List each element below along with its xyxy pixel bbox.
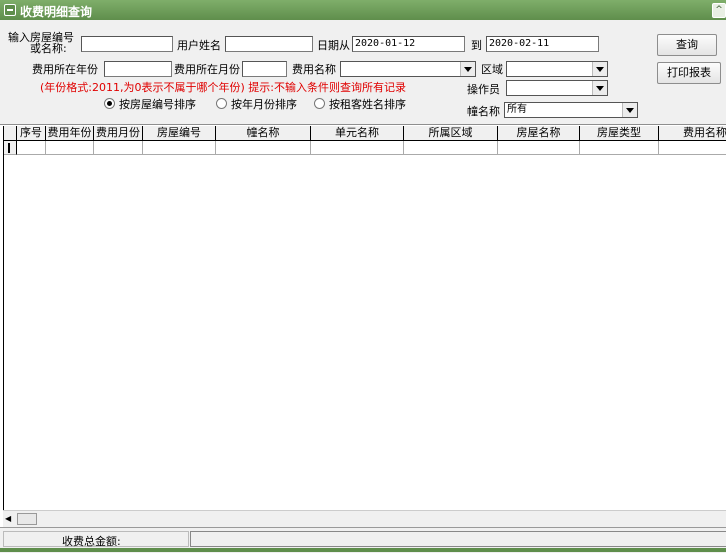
column-header[interactable]: 幢名称 [216, 126, 311, 140]
scroll-thumb[interactable] [17, 513, 37, 525]
data-grid[interactable]: 序号 费用年份 费用月份 房屋编号 幢名称 单元名称 所属区域 房屋名称 房屋类… [3, 126, 726, 510]
window-title: 收费明细查询 [20, 5, 93, 19]
radio-icon [216, 98, 227, 109]
table-cell[interactable] [17, 141, 46, 155]
house-label-line2: 或名称: [30, 42, 67, 55]
title-bar: 收费明细查询 ^ [0, 0, 726, 20]
collapse-icon[interactable]: ^ [712, 3, 726, 18]
chevron-down-icon[interactable] [592, 62, 607, 76]
column-header[interactable]: 费用年份 [46, 126, 94, 140]
print-report-button[interactable]: 打印报表 [657, 62, 721, 84]
building-label: 幢名称 [467, 105, 500, 118]
fee-month-label: 费用所在月份 [174, 63, 240, 76]
user-name-input[interactable] [225, 36, 313, 52]
house-input[interactable] [81, 36, 173, 52]
table-cell[interactable] [404, 141, 498, 155]
column-header[interactable]: 所属区域 [404, 126, 498, 140]
building-value: 所有 [507, 104, 527, 115]
operator-select[interactable] [506, 80, 608, 96]
scroll-left-icon[interactable]: ◀ [5, 514, 11, 523]
horizontal-scrollbar[interactable]: ◀ [3, 510, 726, 527]
date-from-input[interactable]: 2020-01-12 [352, 36, 465, 52]
sort-by-house-radio[interactable]: 按房屋编号排序 [104, 98, 196, 111]
region-select[interactable] [506, 61, 608, 77]
window-bottom-border [0, 548, 726, 552]
date-to-input[interactable]: 2020-02-11 [486, 36, 599, 52]
row-cursor-icon [8, 143, 10, 153]
table-cell[interactable] [94, 141, 143, 155]
grid-header: 序号 费用年份 费用月份 房屋编号 幢名称 单元名称 所属区域 房屋名称 房屋类… [4, 126, 726, 141]
row-indicator-header [4, 126, 17, 140]
table-cell[interactable] [46, 141, 94, 155]
fee-year-input[interactable] [104, 61, 172, 77]
operator-label: 操作员 [467, 83, 500, 96]
user-name-label: 用户姓名 [177, 39, 221, 52]
chevron-down-icon[interactable] [460, 62, 475, 76]
table-cell[interactable] [143, 141, 216, 155]
date-from-label: 日期从 [317, 39, 350, 52]
fee-month-input[interactable] [242, 61, 287, 77]
column-header[interactable]: 费用月份 [94, 126, 143, 140]
total-amount-value [190, 531, 726, 547]
date-to-label-text: 到 [471, 39, 482, 52]
radio-icon [314, 98, 325, 109]
column-header[interactable]: 房屋类型 [580, 126, 659, 140]
column-header[interactable]: 房屋编号 [143, 126, 216, 140]
sort-by-tenant-radio[interactable]: 按租客姓名排序 [314, 98, 406, 111]
table-cell[interactable] [216, 141, 311, 155]
column-header[interactable]: 费用名称 [659, 126, 726, 140]
table-cell[interactable] [659, 141, 726, 155]
building-select[interactable]: 所有 [504, 102, 638, 118]
column-header[interactable]: 房屋名称 [498, 126, 580, 140]
column-header[interactable]: 序号 [17, 126, 46, 140]
row-indicator[interactable] [4, 141, 17, 155]
table-cell[interactable] [498, 141, 580, 155]
radio-selected-icon [104, 98, 115, 109]
region-label: 区域 [481, 63, 503, 76]
sort-by-month-label: 按年月份排序 [231, 98, 297, 111]
window-menu-icon[interactable] [4, 4, 16, 16]
filter-panel: 输入房屋编号 或名称: 用户姓名 日期从 2020-01-12 到 2020-0… [0, 20, 726, 125]
chevron-down-icon[interactable] [592, 81, 607, 95]
table-cell[interactable] [580, 141, 659, 155]
fee-name-label: 费用名称 [292, 63, 336, 76]
table-cell[interactable] [311, 141, 404, 155]
query-button[interactable]: 查询 [657, 34, 717, 56]
hint-text: (年份格式:2011,为0表示不属于哪个年份) 提示:不输入条件则查询所有记录 [40, 81, 406, 94]
column-header[interactable]: 单元名称 [311, 126, 404, 140]
sort-by-tenant-label: 按租客姓名排序 [329, 98, 406, 111]
sort-by-house-label: 按房屋编号排序 [119, 98, 196, 111]
fee-name-select[interactable] [340, 61, 476, 77]
total-amount-label: 收费总金额: [62, 535, 121, 548]
fee-year-label: 费用所在年份 [32, 63, 98, 76]
chevron-down-icon[interactable] [622, 103, 637, 117]
sort-by-month-radio[interactable]: 按年月份排序 [216, 98, 297, 111]
